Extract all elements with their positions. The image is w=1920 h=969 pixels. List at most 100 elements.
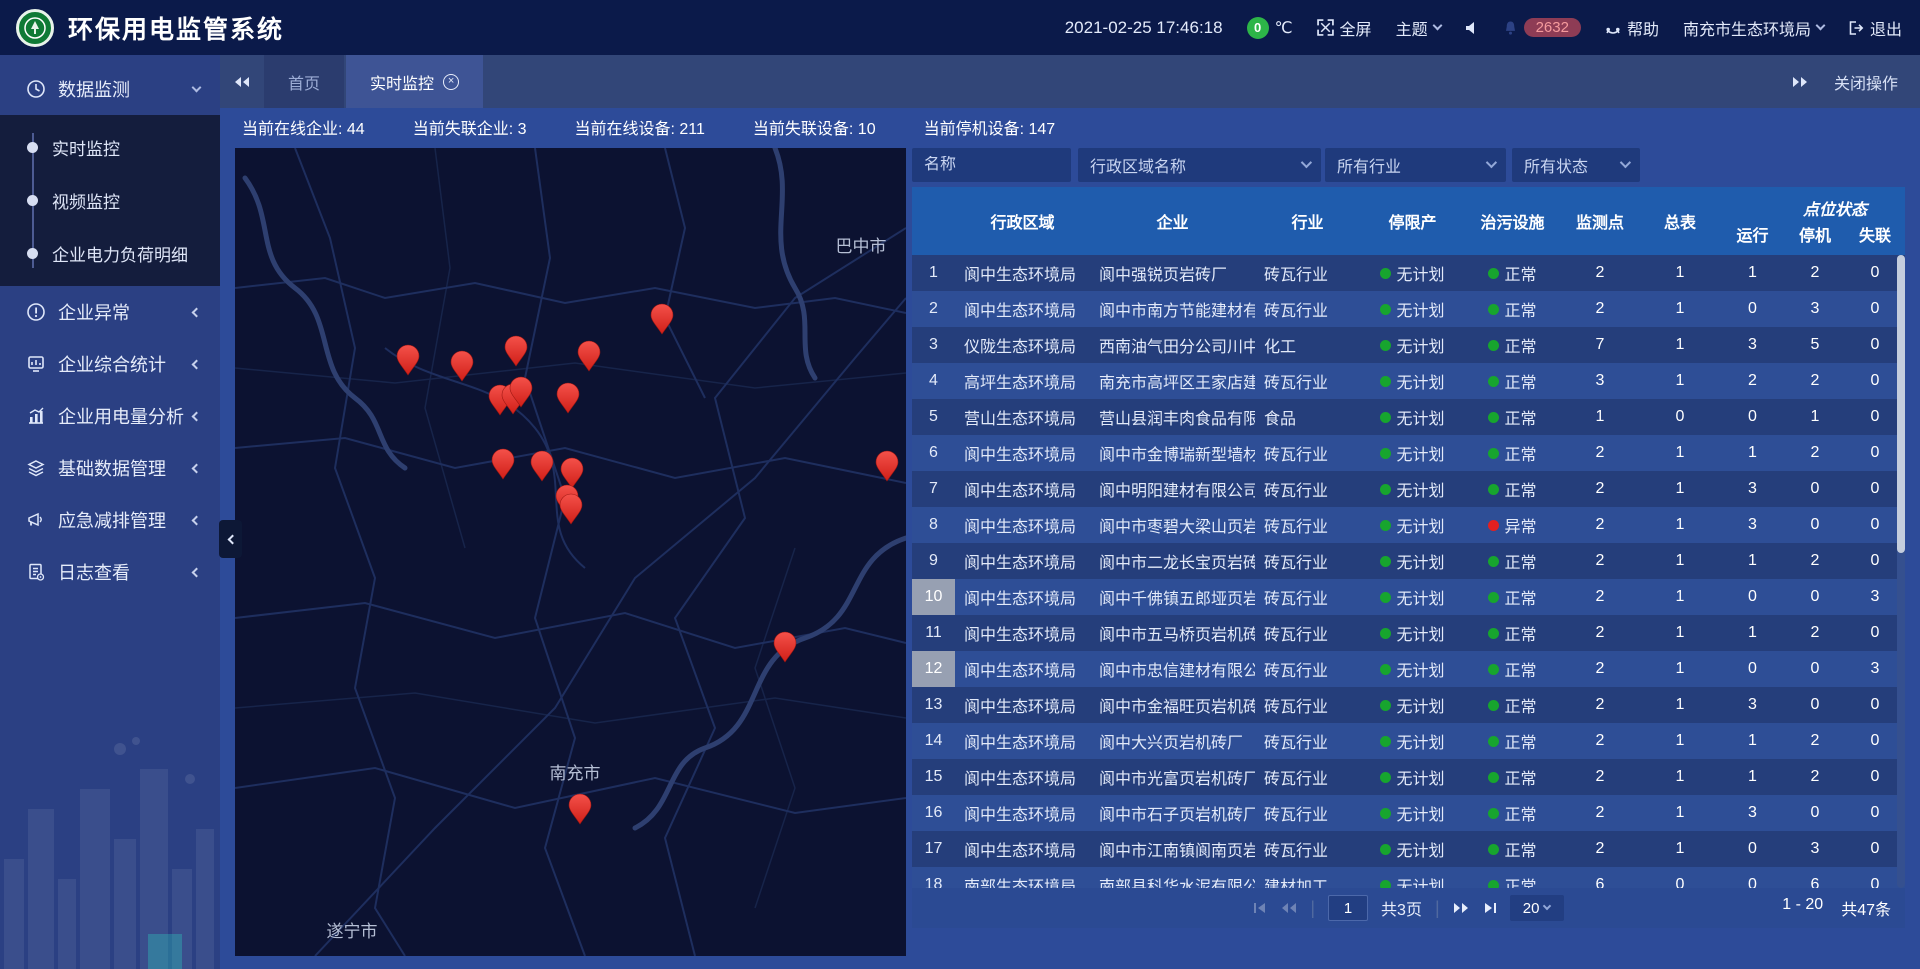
status-normal-icon	[1488, 304, 1499, 315]
table-row[interactable]: 2阆中生态环境局阆中市南方节能建材有砖瓦行业无计划正常21030	[912, 291, 1905, 327]
table-row[interactable]: 8阆中生态环境局阆中市枣碧大梁山页岩砖瓦行业无计划异常21300	[912, 507, 1905, 543]
cell-industry: 砖瓦行业	[1255, 471, 1360, 507]
industry-filter-select[interactable]: 所有行业	[1325, 148, 1506, 182]
tabs-scroll-left-button[interactable]	[220, 55, 264, 108]
cell-limit-production: 无计划	[1360, 795, 1465, 831]
logout-button[interactable]: 退出	[1848, 16, 1902, 40]
status-filter-select[interactable]: 所有状态	[1512, 148, 1640, 182]
first-page-button[interactable]	[1253, 902, 1268, 914]
org-menu[interactable]: 南充市生态环境局	[1683, 16, 1824, 40]
mute-button[interactable]	[1465, 21, 1479, 35]
table-row[interactable]: 6阆中生态环境局阆中市金博瑞新型墙材砖瓦行业无计划正常21120	[912, 435, 1905, 471]
tab-home[interactable]: 首页	[264, 55, 344, 108]
last-page-button[interactable]	[1482, 902, 1497, 914]
table-row[interactable]: 15阆中生态环境局阆中市光富页岩机砖厂砖瓦行业无计划正常21120	[912, 759, 1905, 795]
org-name: 南充市生态环境局	[1683, 16, 1811, 40]
sidebar-collapse-handle[interactable]	[219, 520, 242, 558]
notification-button[interactable]: 2632	[1503, 18, 1581, 37]
prev-page-button[interactable]	[1281, 902, 1297, 914]
close-tab-icon[interactable]	[443, 74, 459, 90]
sidebar-subitem-label: 视频监控	[52, 188, 120, 213]
row-index: 15	[912, 759, 955, 795]
double-chevron-right-icon[interactable]	[1792, 76, 1808, 88]
scrollbar-thumb[interactable]	[1897, 255, 1905, 553]
cell-limit-production: 无计划	[1360, 651, 1465, 687]
cell-limit-production: 无计划	[1360, 471, 1465, 507]
name-filter-field[interactable]	[912, 148, 1071, 182]
cell-offline: 0	[1845, 291, 1905, 327]
cell-running: 2	[1720, 363, 1785, 399]
table-row[interactable]: 17阆中生态环境局阆中市江南镇阆南页岩砖瓦行业无计划正常21030	[912, 831, 1905, 867]
table-row[interactable]: 18南部生态环境局南部县科华水泥有限公建材加工无计划正常60060	[912, 867, 1905, 888]
table-row[interactable]: 16阆中生态环境局阆中市石子页岩机砖厂砖瓦行业无计划正常21300	[912, 795, 1905, 831]
table-scrollbar[interactable]	[1897, 255, 1905, 888]
cell-running: 3	[1720, 471, 1785, 507]
page-number-input[interactable]: 1	[1328, 895, 1368, 921]
cell-industry: 砖瓦行业	[1255, 543, 1360, 579]
cell-pollution-facility: 正常	[1465, 471, 1560, 507]
table-row[interactable]: 12阆中生态环境局阆中市忠信建材有限公砖瓦行业无计划正常21003	[912, 651, 1905, 687]
table-row[interactable]: 3仪陇生态环境局西南油气田分公司川中化工无计划正常71350	[912, 327, 1905, 363]
theme-menu[interactable]: 主题	[1396, 16, 1441, 40]
cell-pollution-facility: 异常	[1465, 507, 1560, 543]
cell-total-meters: 1	[1640, 579, 1720, 615]
cell-running: 0	[1720, 651, 1785, 687]
cell-industry: 化工	[1255, 327, 1360, 363]
cell-limit-production: 无计划	[1360, 399, 1465, 435]
sidebar-item-基础数据管理[interactable]: 基础数据管理	[0, 442, 220, 494]
status-normal-icon	[1380, 376, 1391, 387]
column-header-企业: 企业	[1090, 187, 1255, 255]
status-normal-icon	[1380, 412, 1391, 423]
sidebar-item-企业异常[interactable]: 企业异常	[0, 286, 220, 338]
cell-enterprise: 阆中市五马桥页岩机砖	[1090, 615, 1255, 651]
name-filter-input[interactable]	[924, 156, 1059, 174]
sidebar-subitem-视频监控[interactable]: 视频监控	[0, 174, 220, 227]
sidebar-menu: 数据监测实时监控视频监控企业电力负荷明细企业异常企业综合统计企业用电量分析基础数…	[0, 55, 220, 598]
data-monitor-icon	[26, 79, 46, 99]
table-row[interactable]: 10阆中生态环境局阆中千佛镇五郎垭页岩砖瓦行业无计划正常21003	[912, 579, 1905, 615]
cell-enterprise: 阆中市金博瑞新型墙材	[1090, 435, 1255, 471]
cell-enterprise: 阆中市江南镇阆南页岩	[1090, 831, 1255, 867]
cell-offline: 3	[1845, 651, 1905, 687]
map-panel[interactable]: 巴中市南充市遂宁市	[235, 148, 906, 956]
sidebar-subitem-实时监控[interactable]: 实时监控	[0, 121, 220, 174]
cell-stopped: 2	[1785, 255, 1845, 291]
cell-pollution-facility: 正常	[1465, 831, 1560, 867]
sidebar-item-应急减排管理[interactable]: 应急减排管理	[0, 494, 220, 546]
status-normal-icon	[1380, 484, 1391, 495]
table-row[interactable]: 4高坪生态环境局南充市高坪区王家店建砖瓦行业无计划正常31220	[912, 363, 1905, 399]
sidebar-item-数据监测[interactable]: 数据监测	[0, 63, 220, 115]
cell-total-meters: 1	[1640, 507, 1720, 543]
column-header-运行: 运行	[1720, 187, 1785, 255]
cell-running: 0	[1720, 291, 1785, 327]
table-row[interactable]: 1阆中生态环境局阆中强锐页岩砖厂砖瓦行业无计划正常21120	[912, 255, 1905, 291]
column-header-行业: 行业	[1255, 187, 1360, 255]
cell-running: 1	[1720, 435, 1785, 471]
table-row[interactable]: 13阆中生态环境局阆中市金福旺页岩机砖砖瓦行业无计划正常21300	[912, 687, 1905, 723]
cell-monitor-points: 2	[1560, 507, 1640, 543]
table-row[interactable]: 14阆中生态环境局阆中大兴页岩机砖厂砖瓦行业无计划正常21120	[912, 723, 1905, 759]
table-row[interactable]: 9阆中生态环境局阆中市二龙长宝页岩砖砖瓦行业无计划正常21120	[912, 543, 1905, 579]
sidebar-item-企业综合统计[interactable]: 企业综合统计	[0, 338, 220, 390]
help-button[interactable]: 帮助	[1605, 16, 1659, 40]
cell-monitor-points: 2	[1560, 435, 1640, 471]
sidebar-item-企业用电量分析[interactable]: 企业用电量分析	[0, 390, 220, 442]
fullscreen-button[interactable]: 全屏	[1317, 16, 1372, 40]
table-row[interactable]: 7阆中生态环境局阆中明阳建材有限公司砖瓦行业无计划正常21300	[912, 471, 1905, 507]
cell-industry: 砖瓦行业	[1255, 831, 1360, 867]
table-row[interactable]: 11阆中生态环境局阆中市五马桥页岩机砖砖瓦行业无计划正常21120	[912, 615, 1905, 651]
tab-realtime-monitor[interactable]: 实时监控	[346, 55, 483, 108]
cell-region: 营山生态环境局	[955, 399, 1090, 435]
table-row[interactable]: 5营山生态环境局营山县润丰肉食品有限食品无计划正常10010	[912, 399, 1905, 435]
sidebar-subitem-企业电力负荷明细[interactable]: 企业电力负荷明细	[0, 227, 220, 280]
region-filter-select[interactable]: 行政区域名称	[1078, 148, 1321, 182]
page-size-select[interactable]: 20	[1510, 895, 1564, 921]
cell-total-meters: 1	[1640, 291, 1720, 327]
column-header-总表: 总表	[1640, 187, 1720, 255]
sidebar-item-label: 企业异常	[58, 299, 189, 325]
next-page-button[interactable]	[1453, 902, 1469, 914]
close-operations-menu[interactable]: 关闭操作	[1834, 70, 1898, 94]
cell-industry: 砖瓦行业	[1255, 759, 1360, 795]
cell-enterprise: 阆中市金福旺页岩机砖	[1090, 687, 1255, 723]
sidebar-item-日志查看[interactable]: 日志查看	[0, 546, 220, 598]
